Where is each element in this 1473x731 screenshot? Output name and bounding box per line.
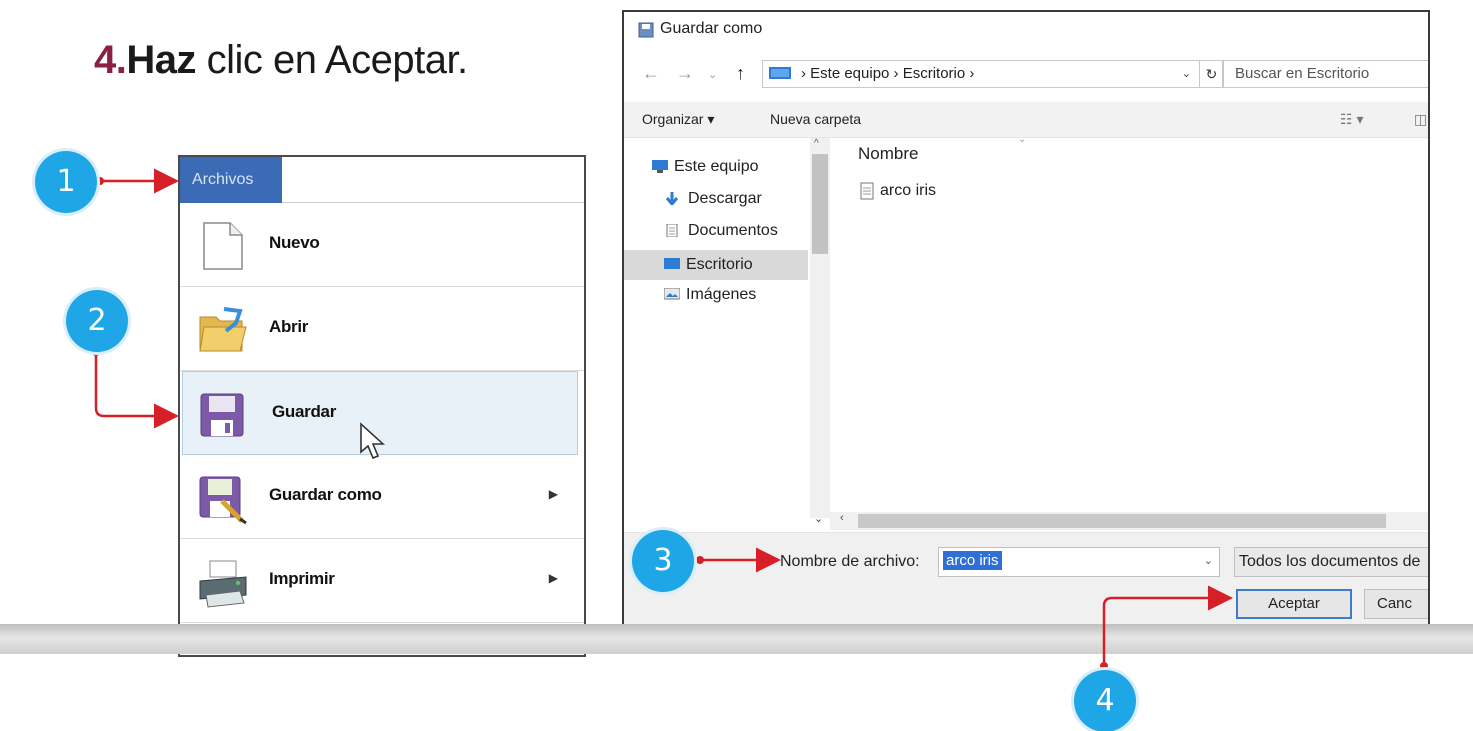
filename-label: Nombre de archivo: xyxy=(780,553,920,570)
step-badge-1: 1 xyxy=(35,151,97,213)
address-dropdown-icon[interactable]: ⌄ xyxy=(1182,61,1191,87)
divider-bar xyxy=(0,624,1473,654)
nav-item-imagenes[interactable]: Imágenes xyxy=(664,280,756,310)
organize-button[interactable]: Organizar ▾ xyxy=(642,111,714,128)
file-list: ⌄ Nombre arco iris xyxy=(830,134,1428,518)
arrow-2 xyxy=(92,348,179,429)
back-arrow-icon[interactable]: ← xyxy=(642,63,660,84)
save-as-dialog: Guardar como ← → ⌄ ↑ › Este equipo › Esc… xyxy=(622,10,1430,652)
menu-item-label: Guardar como xyxy=(269,485,382,504)
step-number: 4. xyxy=(94,38,127,82)
desktop-icon xyxy=(664,258,680,269)
sort-indicator-icon: ⌄ xyxy=(1018,134,1027,145)
horizontal-scrollbar[interactable]: ‹ xyxy=(830,512,1428,530)
text-file-icon xyxy=(860,182,874,200)
dialog-toolbar: Organizar ▾ Nueva carpeta ☷ ▾ ◫ xyxy=(624,102,1428,138)
file-row[interactable]: arco iris xyxy=(860,182,936,200)
accept-button[interactable]: Aceptar xyxy=(1236,589,1352,619)
nav-item-escritorio[interactable]: Escritorio xyxy=(624,250,808,280)
printer-icon xyxy=(199,560,247,608)
instruction-text: clic en Aceptar. xyxy=(206,38,469,82)
menu-item-label: Nuevo xyxy=(269,233,320,252)
up-arrow-icon[interactable]: ↑ xyxy=(736,63,745,84)
document-icon xyxy=(666,224,678,237)
save-dialog-icon xyxy=(638,22,654,38)
pictures-icon xyxy=(664,288,680,300)
navigation-pane: Este equipo Descargar Documentos Escrito… xyxy=(624,138,830,518)
collapse-icon[interactable]: ⌄ xyxy=(814,512,823,525)
save-icon xyxy=(200,393,244,437)
download-arrow-icon xyxy=(665,192,679,205)
menu-item-abrir[interactable]: Abrir xyxy=(180,287,584,371)
filetype-select[interactable]: Todos los documentos de xyxy=(1234,547,1428,577)
step-badge-3: 3 xyxy=(632,530,694,592)
menu-item-label: Abrir xyxy=(269,317,309,336)
step-badge-4: 4 xyxy=(1074,670,1136,731)
instruction-heading: 4.Haz clic en Aceptar. xyxy=(94,38,468,83)
scroll-left-icon[interactable]: ‹ xyxy=(840,512,844,524)
nav-scrollbar[interactable]: ^ xyxy=(810,138,830,518)
tab-archivos[interactable]: Archivos xyxy=(180,157,282,203)
instruction-verb: Haz xyxy=(126,38,196,82)
open-folder-icon xyxy=(199,307,247,352)
forward-arrow-icon[interactable]: → xyxy=(676,63,694,84)
address-path: › Este equipo › Escritorio › xyxy=(801,65,975,82)
navigation-bar: ← → ⌄ ↑ › Este equipo › Escritorio › ⌄ ↻… xyxy=(624,60,1428,90)
menu-item-guardar-como[interactable]: Guardar como ▶ xyxy=(180,455,584,539)
filename-value: arco iris xyxy=(943,551,1002,570)
step-badge-2: 2 xyxy=(66,290,128,352)
scroll-up-icon[interactable]: ^ xyxy=(814,138,819,149)
new-folder-button[interactable]: Nueva carpeta xyxy=(770,111,861,127)
horizontal-scroll-thumb[interactable] xyxy=(858,514,1386,528)
filename-dropdown-icon[interactable]: ⌄ xyxy=(1204,554,1213,567)
save-as-icon xyxy=(199,476,247,525)
dialog-title: Guardar como xyxy=(660,20,763,37)
nav-scroll-thumb[interactable] xyxy=(812,154,828,254)
arrow-1 xyxy=(96,168,179,194)
menu-item-nuevo[interactable]: Nuevo xyxy=(180,203,584,287)
filename-input[interactable]: arco iris ⌄ xyxy=(938,547,1220,577)
cancel-button[interactable]: Canc xyxy=(1364,589,1428,619)
submenu-arrow-icon: ▶ xyxy=(548,487,558,501)
address-bar[interactable]: › Este equipo › Escritorio › ⌄ xyxy=(762,60,1200,88)
computer-icon xyxy=(769,67,791,79)
preview-pane-icon[interactable]: ◫ xyxy=(1414,111,1427,128)
refresh-icon[interactable]: ↻ xyxy=(1200,60,1224,88)
submenu-arrow-icon: ▶ xyxy=(548,571,558,585)
file-menu: Archivos Nuevo Abrir Guardar Guardar com… xyxy=(178,155,586,657)
menu-item-guardar[interactable]: Guardar xyxy=(182,371,578,460)
nav-item-descargar[interactable]: Descargar xyxy=(665,184,762,214)
recent-dropdown-icon[interactable]: ⌄ xyxy=(708,68,717,81)
menu-item-label: Guardar xyxy=(272,402,337,421)
computer-icon xyxy=(652,160,668,173)
view-options-icon[interactable]: ☷ ▾ xyxy=(1340,111,1363,128)
file-menu-header: Archivos xyxy=(180,157,584,203)
column-header-nombre[interactable]: Nombre xyxy=(858,144,918,164)
menu-item-label: Imprimir xyxy=(269,569,335,588)
new-document-icon xyxy=(203,222,243,270)
search-input[interactable]: Buscar en Escritorio xyxy=(1222,60,1428,88)
nav-item-documentos[interactable]: Documentos xyxy=(666,216,778,246)
nav-item-este-equipo[interactable]: Este equipo xyxy=(652,152,759,182)
menu-item-imprimir[interactable]: Imprimir ▶ xyxy=(180,539,584,623)
